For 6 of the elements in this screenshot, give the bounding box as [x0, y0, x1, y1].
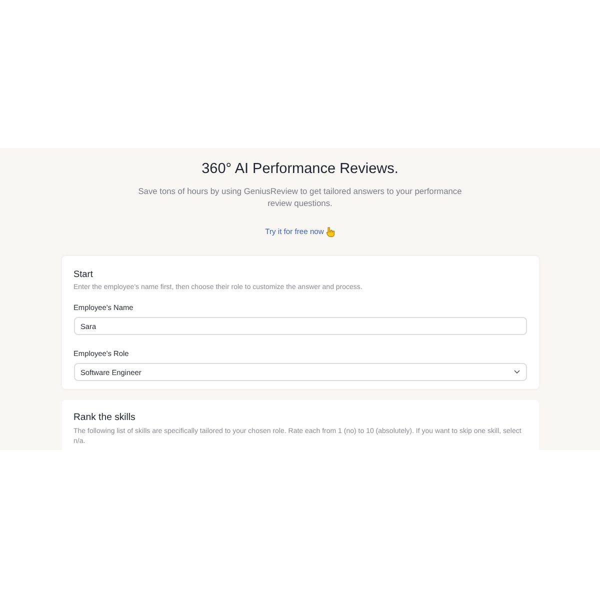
- pointing-hand-icon: [326, 226, 335, 237]
- card-title: Start: [74, 268, 94, 280]
- page-subtitle: Save tons of hours by using GeniusReview to get tailored answers to your performance review questions.: [137, 185, 463, 209]
- chevron-down-icon: [514, 370, 520, 374]
- page-title: 360° AI Performance Reviews.: [202, 160, 398, 178]
- card-title: Rank the skills: [74, 412, 136, 424]
